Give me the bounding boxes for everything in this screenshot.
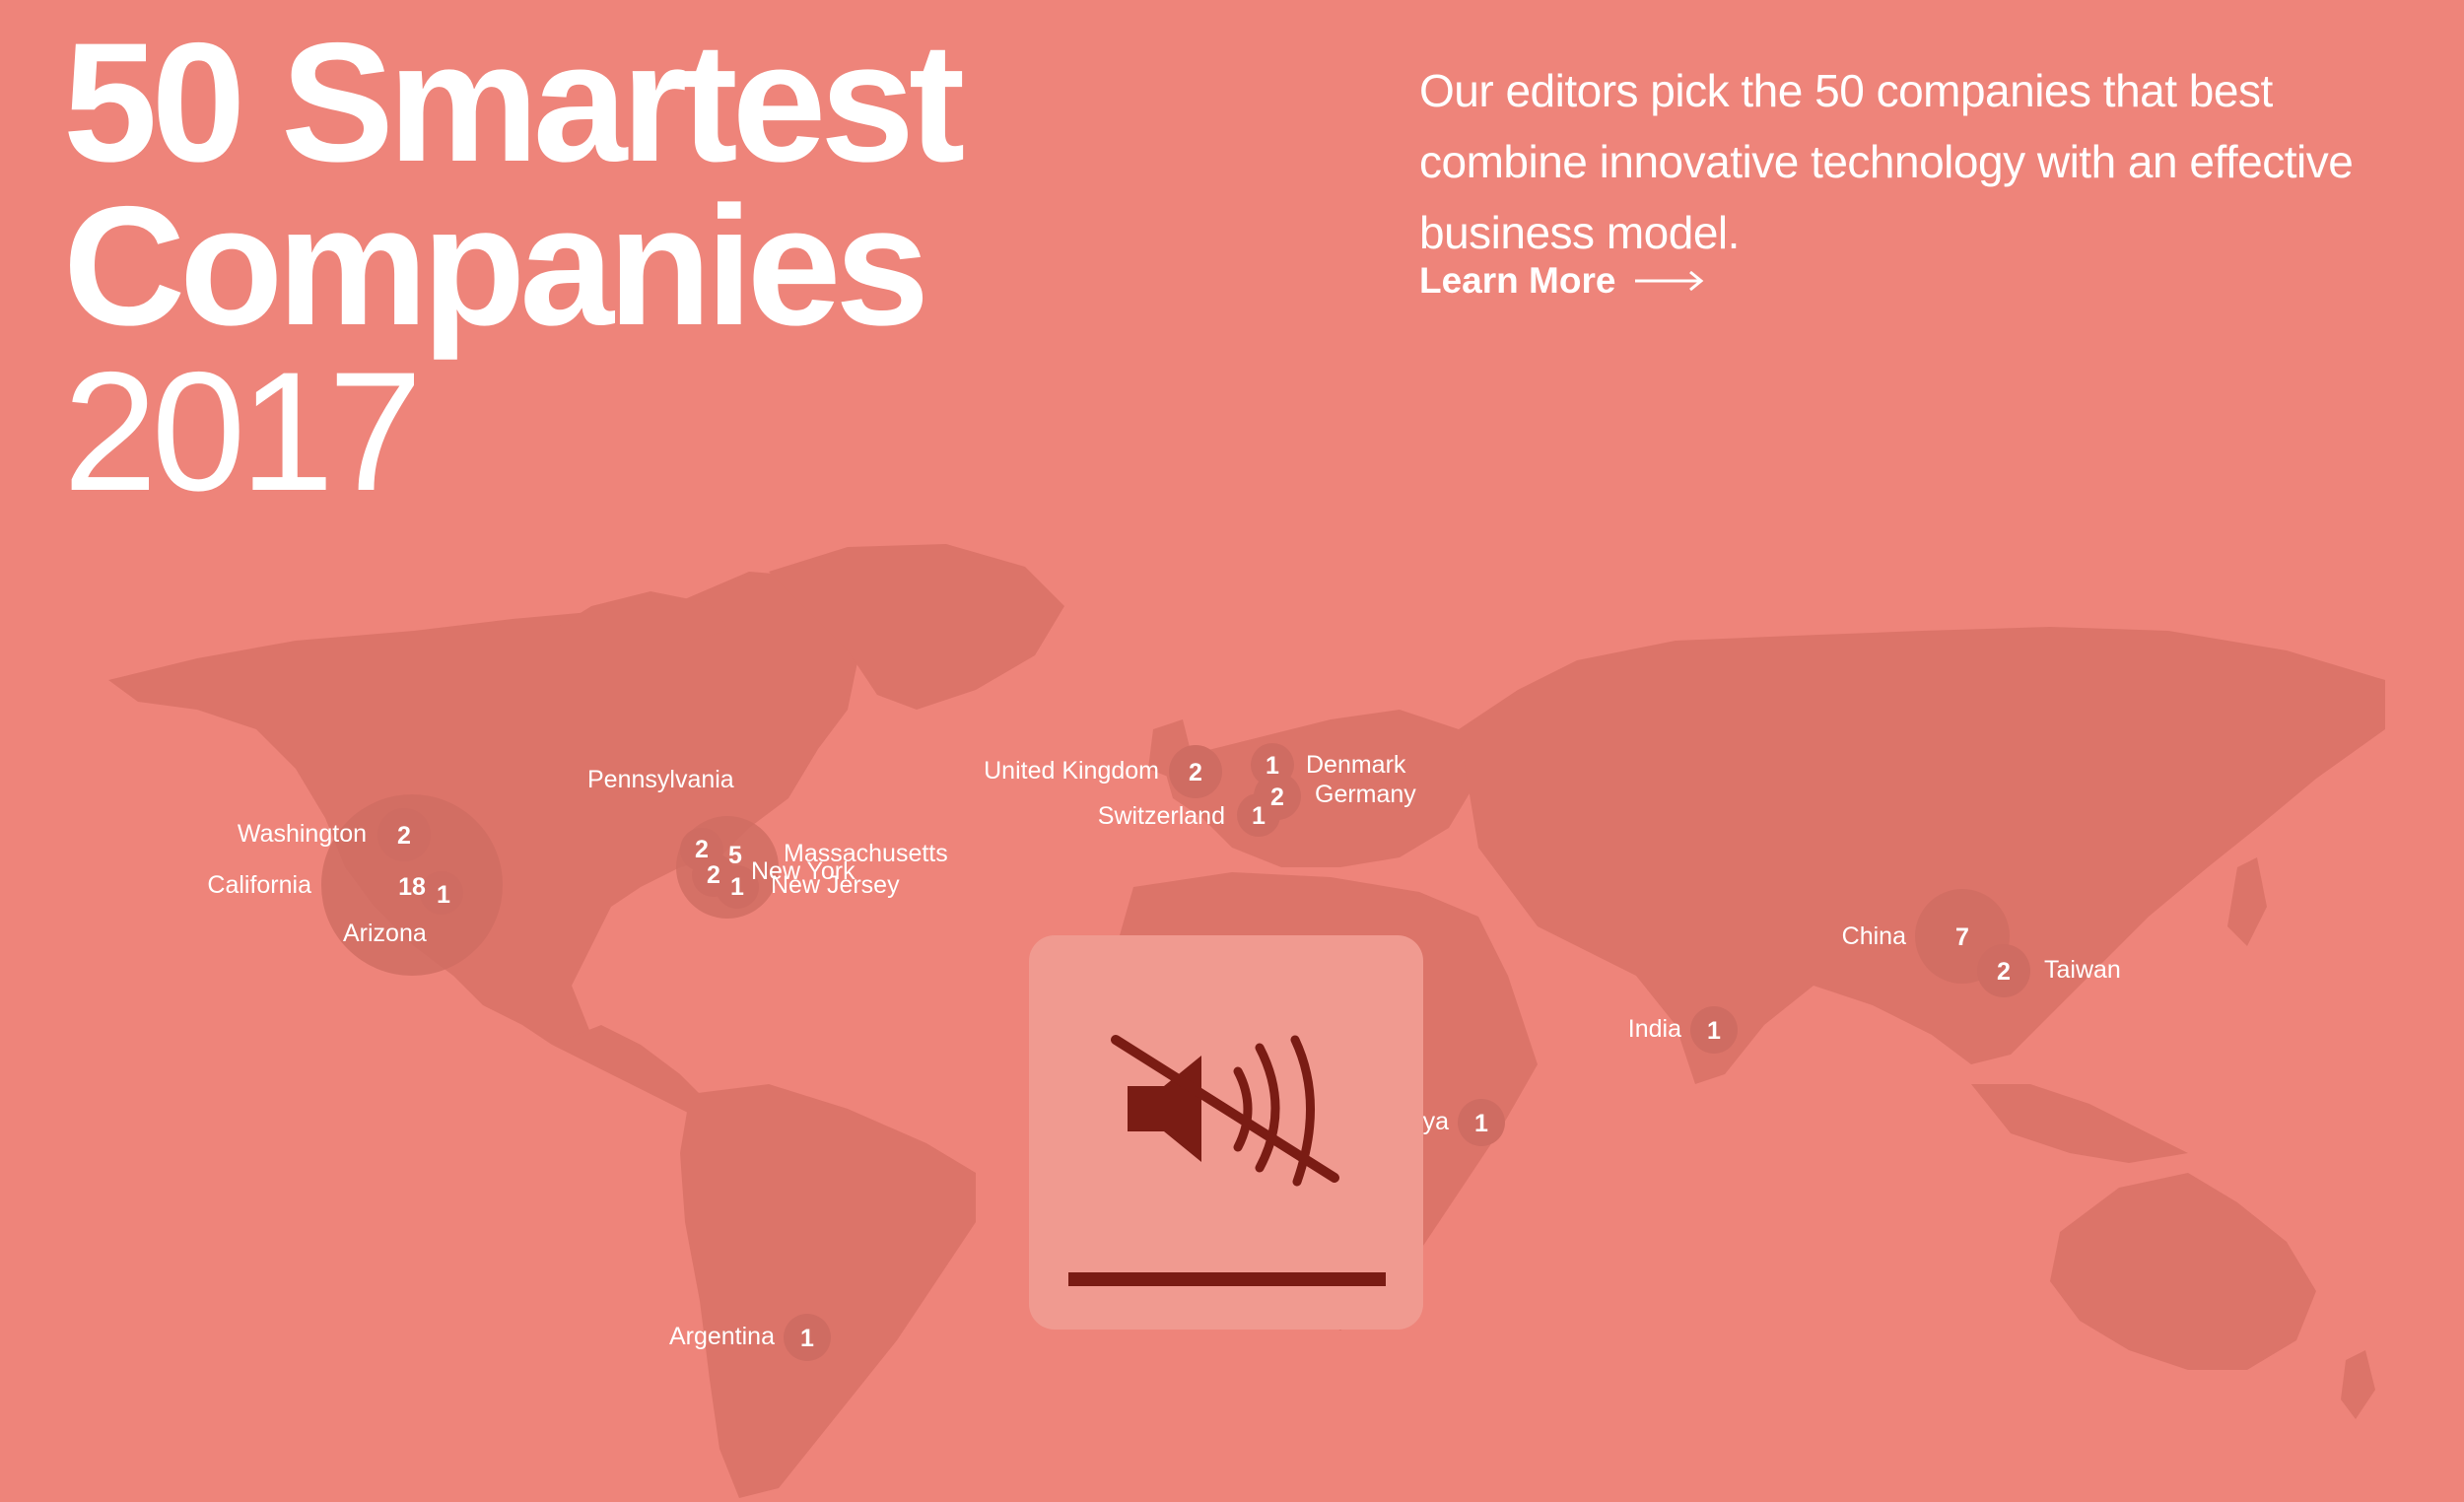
landmass-japan [2227, 857, 2267, 946]
uk-label: United Kingdom [984, 757, 1159, 785]
switzerland-label: Switzerland [1098, 802, 1225, 830]
mute-toggle-overlay[interactable] [1029, 935, 1423, 1330]
kenya-count: 1 [1474, 1110, 1488, 1137]
argentina-count: 1 [800, 1325, 814, 1352]
taiwan-label: Taiwan [2044, 956, 2121, 984]
landmass-southeast-asia [1971, 1084, 2188, 1163]
germany-count: 2 [1270, 784, 1284, 811]
volume-bar[interactable] [1068, 1272, 1386, 1286]
california-label: California [207, 871, 311, 899]
washington-label: Washington [238, 820, 367, 848]
speaker-muted-icon [1111, 1035, 1339, 1187]
switzerland-count: 1 [1252, 802, 1266, 830]
denmark-label: Denmark [1306, 751, 1406, 779]
landmass-new-zealand [2341, 1350, 2375, 1419]
arizona-label: Arizona [343, 920, 427, 947]
landmass-asia [1459, 627, 2385, 1084]
newjersey-label: New Jersey [771, 871, 900, 899]
massachusetts-count: 5 [728, 842, 742, 869]
california-count: 18 [398, 873, 426, 901]
uk-count: 2 [1189, 759, 1202, 786]
germany-label: Germany [1315, 781, 1416, 808]
china-label: China [1842, 922, 1906, 950]
taiwan-count: 2 [1997, 958, 2011, 986]
argentina-label: Argentina [669, 1323, 775, 1350]
washington-count: 2 [397, 822, 411, 850]
pennsylvania-label: Pennsylvania [587, 766, 734, 793]
landmass-north-america [108, 572, 857, 1045]
denmark-count: 1 [1266, 752, 1279, 780]
arizona-count: 1 [437, 881, 450, 909]
landmass-south-america [680, 1084, 976, 1498]
landmass-central-america [552, 1025, 710, 1114]
india-count: 1 [1707, 1017, 1721, 1045]
kenya-label: ya [1423, 1108, 1450, 1135]
newyork-count: 2 [707, 861, 720, 889]
landmass-australia [2050, 1173, 2316, 1370]
pennsylvania-count: 2 [695, 836, 709, 863]
china-count: 7 [1955, 923, 1969, 951]
india-label: India [1628, 1015, 1681, 1043]
newjersey-count: 1 [730, 873, 744, 901]
